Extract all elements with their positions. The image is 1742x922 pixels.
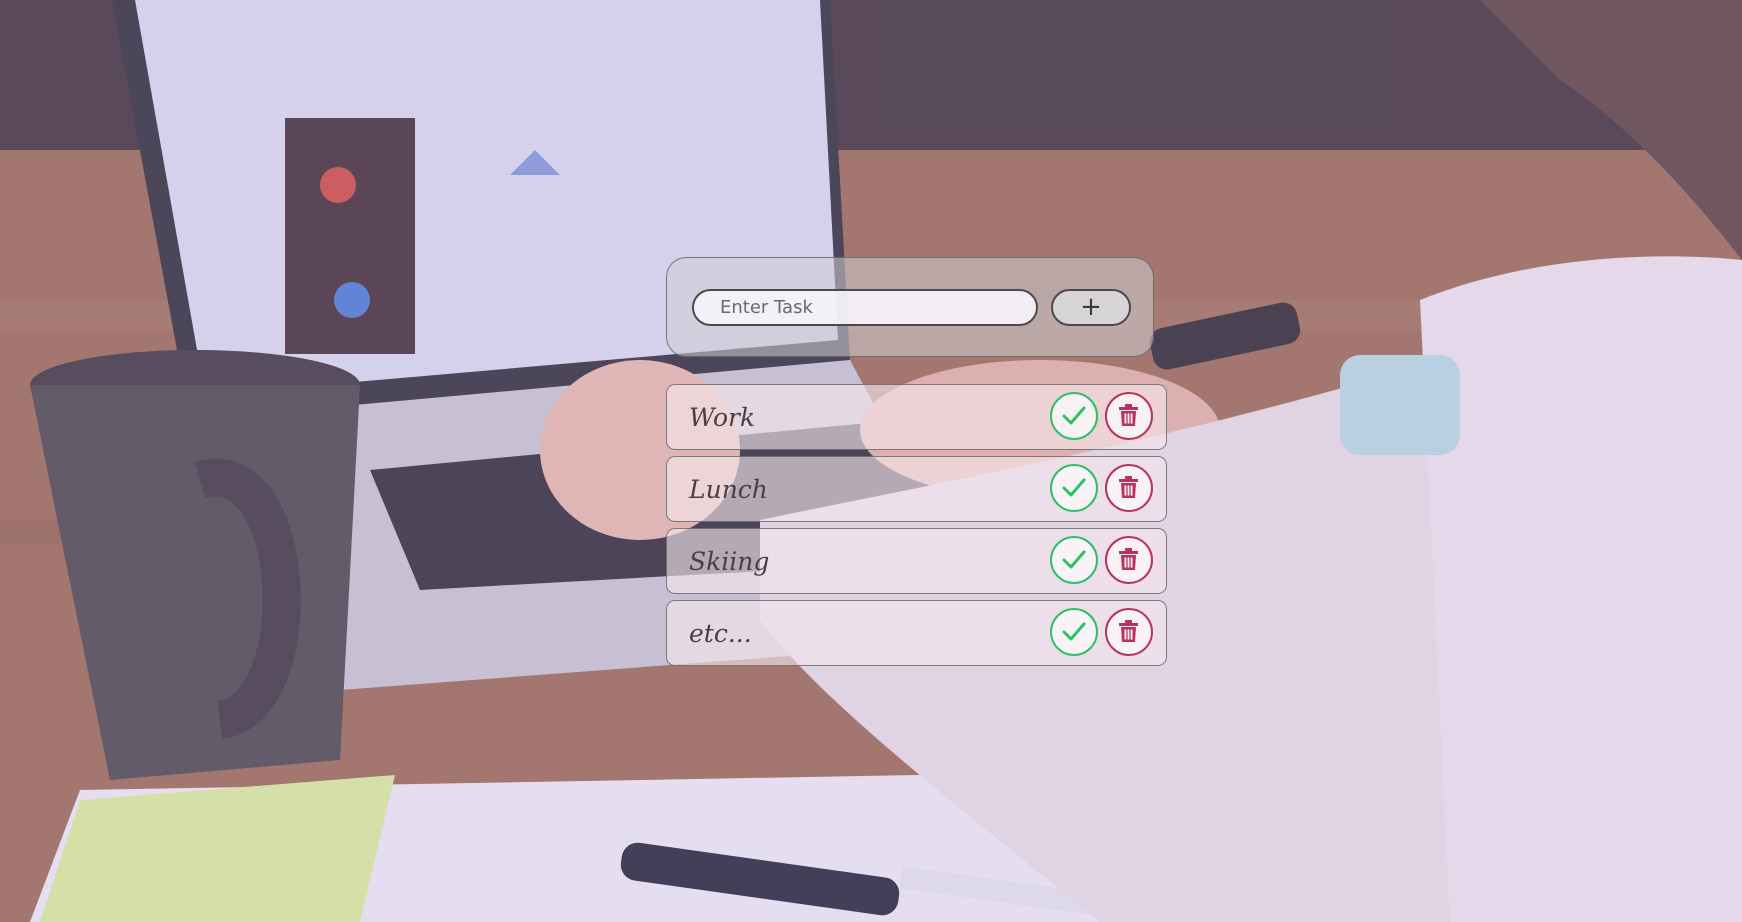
delete-task-button[interactable] (1105, 536, 1153, 584)
trash-icon (1119, 620, 1138, 642)
task-label: Work (689, 403, 756, 432)
task-input[interactable] (692, 289, 1038, 326)
complete-task-button[interactable] (1050, 608, 1098, 656)
check-icon (1062, 478, 1086, 497)
task-item: etc... (666, 600, 1167, 666)
complete-task-button[interactable] (1050, 464, 1098, 512)
complete-task-button[interactable] (1050, 536, 1098, 584)
task-input-card: + (666, 257, 1154, 357)
trash-icon (1119, 404, 1138, 426)
trash-icon (1119, 476, 1138, 498)
task-label: Skiing (689, 547, 770, 576)
check-icon (1062, 622, 1086, 641)
task-list: Work Lunch Skiing etc... (666, 384, 1167, 672)
delete-task-button[interactable] (1105, 608, 1153, 656)
task-label: etc... (689, 619, 752, 648)
task-item: Lunch (666, 456, 1167, 522)
task-item: Skiing (666, 528, 1167, 594)
check-icon (1062, 550, 1086, 569)
delete-task-button[interactable] (1105, 464, 1153, 512)
trash-icon (1119, 548, 1138, 570)
delete-task-button[interactable] (1105, 392, 1153, 440)
add-task-button[interactable]: + (1051, 289, 1131, 326)
complete-task-button[interactable] (1050, 392, 1098, 440)
task-item: Work (666, 384, 1167, 450)
task-label: Lunch (689, 475, 768, 504)
check-icon (1062, 406, 1086, 425)
